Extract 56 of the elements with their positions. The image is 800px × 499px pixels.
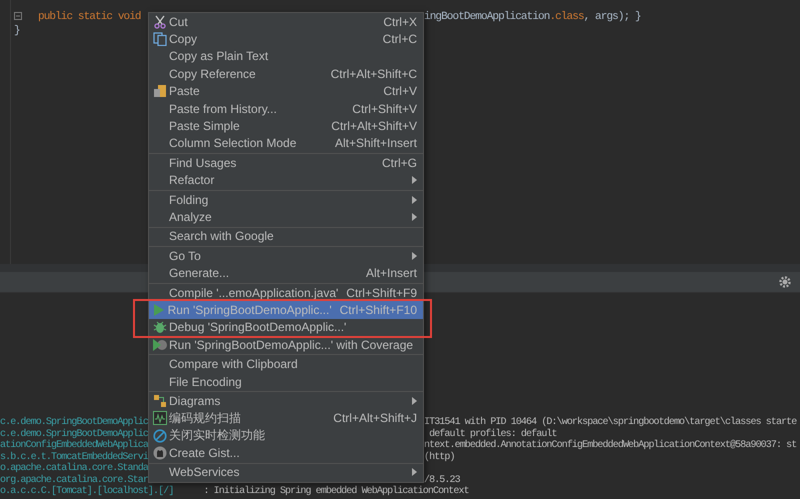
menu-item[interactable]: Run 'SpringBootDemoApplic...' with Coverage [149,336,423,354]
play-coverage-icon [153,338,167,351]
menu-item[interactable]: Analyze [149,208,423,226]
log-message: (http) [424,452,455,463]
log-source: org.apache.catalina.core.Star [0,474,148,486]
log-message: /8.5.23 [424,474,460,486]
log-source: c.e.demo.SpringBootDemoApplic [0,428,148,440]
menu-item[interactable]: Copy Ctrl+C [149,30,423,48]
menu-item[interactable]: Paste Simple Ctrl+Alt+Shift+V [149,117,423,135]
scissors-icon [153,14,167,29]
menu-item[interactable]: Create Gist... [149,444,423,462]
log-message: ntext.embedded.AnnotationConfigEmbeddedWebApplicationContext@58a90037: st [424,440,796,452]
clipboard-icon [153,84,167,98]
menu-item[interactable]: Debug 'SpringBootDemoApplic...' [149,318,423,336]
log-source: o.apache.catalina.core.Standa [0,463,148,474]
menu-item[interactable]: Folding [149,190,423,208]
play-icon [153,304,166,316]
settings-icon[interactable] [778,275,792,289]
bug-icon [153,320,167,334]
waveform-icon [153,411,167,426]
menu-item[interactable]: Column Selection Mode Alt+Shift+Insert [149,134,423,152]
submenu-arrow-icon [412,176,417,184]
log-source: ationConfigEmbeddedWebApplica [0,440,148,452]
menu-item[interactable]: Diagrams [149,392,423,410]
submenu-arrow-icon [412,396,417,405]
log-message: IT31541 with PID 10464 (D:\workspace\springbootdemo\target\classes starte [424,417,796,428]
menu-item[interactable]: Copy Reference Ctrl+Alt+Shift+C [149,65,423,83]
prohibited-icon [153,428,167,443]
log-message: : Initializing Spring embedded WebApplicationContext [203,486,469,498]
menu-item[interactable]: Generate... Alt+Insert [149,264,423,282]
copy-icon [153,32,167,46]
log-message: default profiles: default [428,428,557,440]
menu-item[interactable]: Compare with Clipboard [149,355,423,373]
menu-item[interactable]: WebServices [149,464,423,482]
menu-item[interactable]: Paste from History... Ctrl+Shift+V [149,100,423,118]
menu-item[interactable]: Go To [149,247,423,264]
menu-item[interactable]: Find Usages Ctrl+G [149,154,423,172]
submenu-arrow-icon [412,468,417,476]
log-source: c.e.demo.SpringBootDemoApplic [0,417,148,428]
menu-item[interactable]: File Encoding [149,372,423,390]
fold-icon [14,12,22,20]
menu-item[interactable]: 编码规约扫描 Ctrl+Alt+Shift+J [149,410,423,427]
menu-item[interactable]: Copy as Plain Text [149,48,423,66]
submenu-arrow-icon [412,252,417,260]
menu-item[interactable]: Cut Ctrl+X [149,13,423,30]
menu-item[interactable]: Search with Google [149,228,423,246]
log-source: o.a.c.c.C.[Tomcat].[localhost].[/] [0,486,174,498]
code-text: ingBootDemoApplication.class, args); } [424,11,641,23]
menu-item[interactable]: Compile '...emoApplication.java' Ctrl+Shift+F9 [149,284,423,302]
menu-item[interactable]: Paste Ctrl+V [149,82,423,100]
code-text: } [14,25,20,37]
diagram-icon [153,394,167,408]
menu-item[interactable]: Refactor [149,172,423,189]
log-source: s.b.c.e.t.TomcatEmbeddedServi [0,452,148,462]
menu-item[interactable]: 关闭实时检测功能 [149,426,423,444]
code-text: public static void [38,11,141,23]
